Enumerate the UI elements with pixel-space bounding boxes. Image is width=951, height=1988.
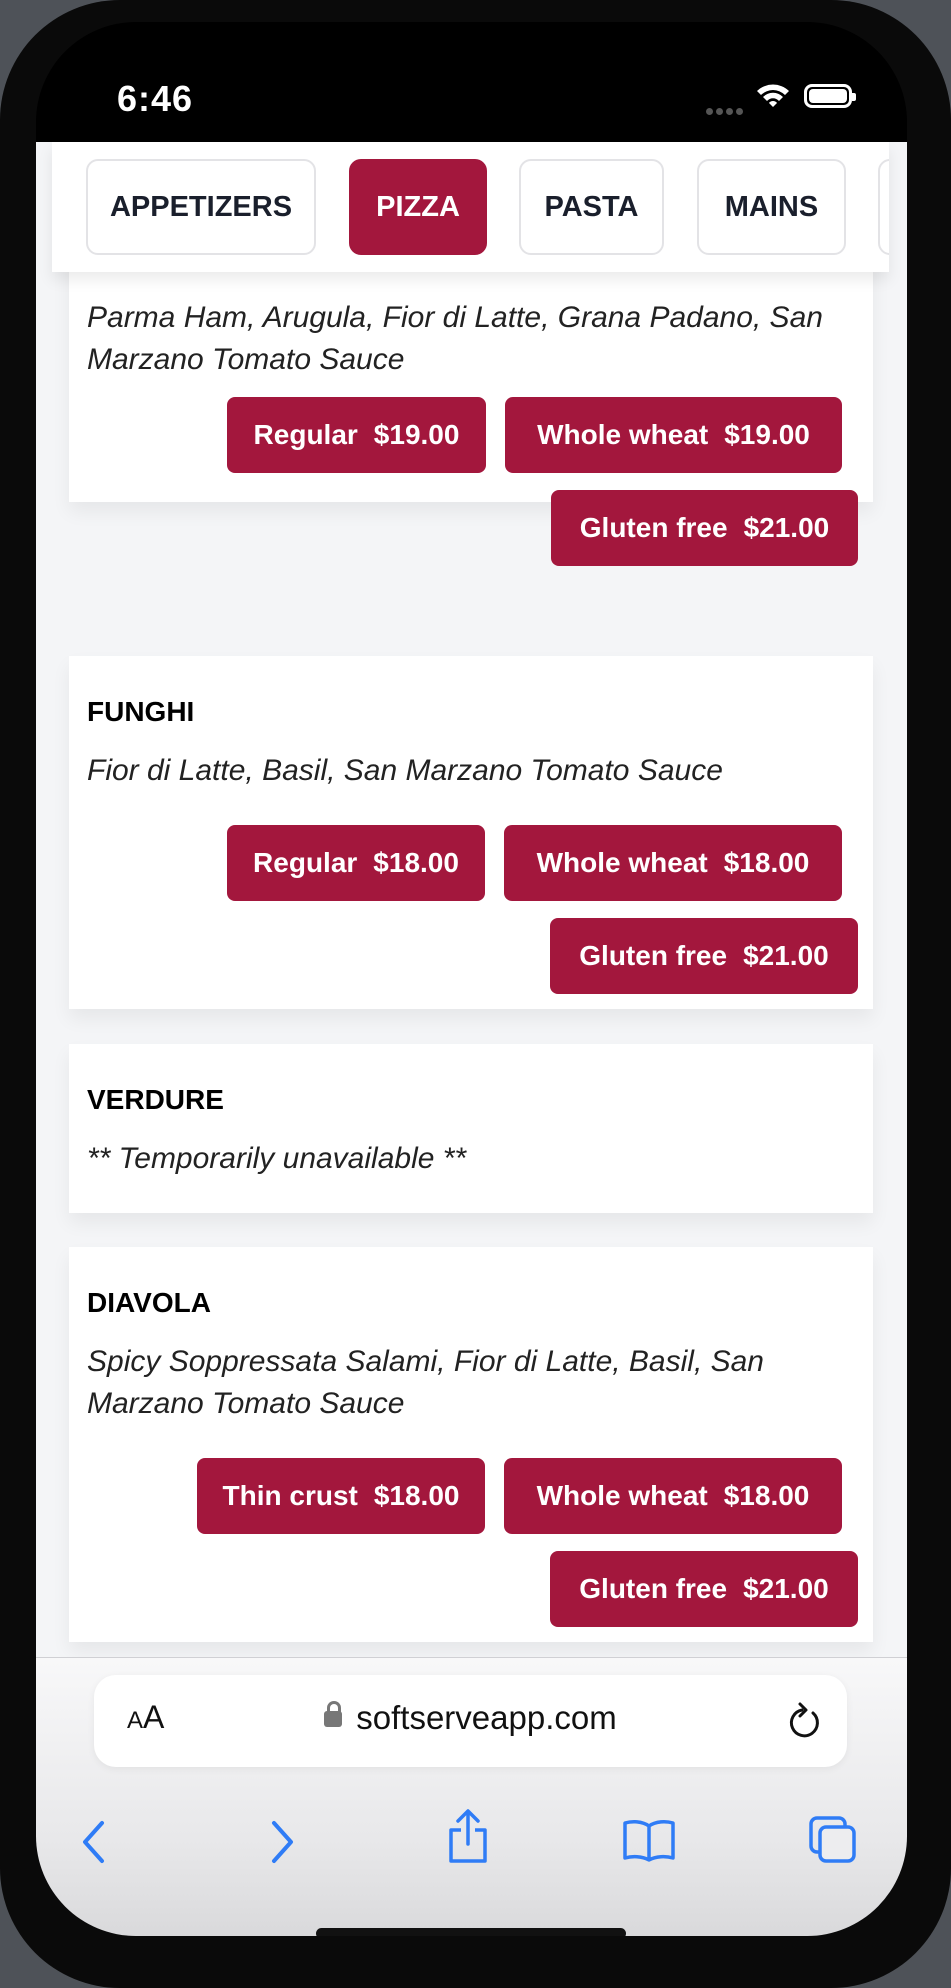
bookmarks-icon[interactable] — [622, 1818, 676, 1862]
status-time: 6:46 — [117, 78, 194, 119]
home-indicator — [316, 1928, 626, 1936]
battery-icon — [804, 84, 856, 108]
price-button-gluten-free[interactable]: Gluten free $21.00 — [550, 918, 858, 994]
item-name: DIAVOLA — [87, 1287, 211, 1318]
category-tabs: APPETIZERS PIZZA PASTA MAINS — [52, 142, 889, 272]
screen: 6:46 APPETIZERS PIZZA PASTA MAINS Parma … — [36, 22, 907, 1936]
price-button-whole-wheat[interactable]: Whole wheat $18.00 — [504, 825, 842, 901]
item-name: VERDURE — [87, 1084, 224, 1115]
lock-icon — [324, 1701, 343, 1727]
tab-pizza[interactable]: PIZZA — [349, 159, 487, 255]
tab-pasta[interactable]: PASTA — [519, 159, 664, 255]
item-description: Fior di Latte, Basil, San Marzano Tomato… — [87, 754, 723, 787]
price-button-gluten-free[interactable]: Gluten free $21.00 — [551, 490, 858, 566]
price-button-gluten-free[interactable]: Gluten free $21.00 — [550, 1551, 858, 1627]
price-button-thin-crust[interactable]: Thin crust $18.00 — [197, 1458, 485, 1534]
item-unavailable-note: ** Temporarily unavailable ** — [87, 1142, 467, 1175]
address-bar[interactable]: AA softserveapp.com — [94, 1675, 847, 1767]
browser-toolbar: AA softserveapp.com — [36, 1657, 907, 1936]
price-button-regular[interactable]: Regular $18.00 — [227, 825, 485, 901]
forward-icon[interactable] — [268, 1820, 296, 1864]
wifi-icon — [757, 84, 789, 107]
tab-more[interactable] — [878, 159, 889, 255]
menu-item-card: VERDURE ** Temporarily unavailable ** — [69, 1044, 873, 1213]
item-description: Parma Ham, Arugula, Fior di Latte, Grana… — [87, 301, 823, 376]
tabs-icon[interactable] — [808, 1815, 858, 1865]
reload-icon[interactable] — [787, 1699, 821, 1739]
item-description: Spicy Soppressata Salami, Fior di Latte,… — [87, 1345, 764, 1420]
tab-appetizers[interactable]: APPETIZERS — [86, 159, 316, 255]
tab-mains[interactable]: MAINS — [697, 159, 846, 255]
price-button-whole-wheat[interactable]: Whole wheat $19.00 — [505, 397, 842, 473]
phone-frame: 6:46 APPETIZERS PIZZA PASTA MAINS Parma … — [0, 0, 951, 1988]
web-content: APPETIZERS PIZZA PASTA MAINS Parma Ham, … — [36, 142, 907, 1657]
back-icon[interactable] — [80, 1820, 108, 1864]
share-icon[interactable] — [446, 1808, 490, 1864]
item-name: FUNGHI — [87, 696, 195, 727]
menu-item-card: FUNGHI Fior di Latte, Basil, San Marzano… — [69, 656, 873, 1009]
signal-icon — [706, 102, 746, 115]
price-button-regular[interactable]: Regular $19.00 — [227, 397, 486, 473]
menu-item-card: DIAVOLA Spicy Soppressata Salami, Fior d… — [69, 1247, 873, 1642]
url-text[interactable]: softserveapp.com — [94, 1699, 847, 1737]
price-button-whole-wheat[interactable]: Whole wheat $18.00 — [504, 1458, 842, 1534]
